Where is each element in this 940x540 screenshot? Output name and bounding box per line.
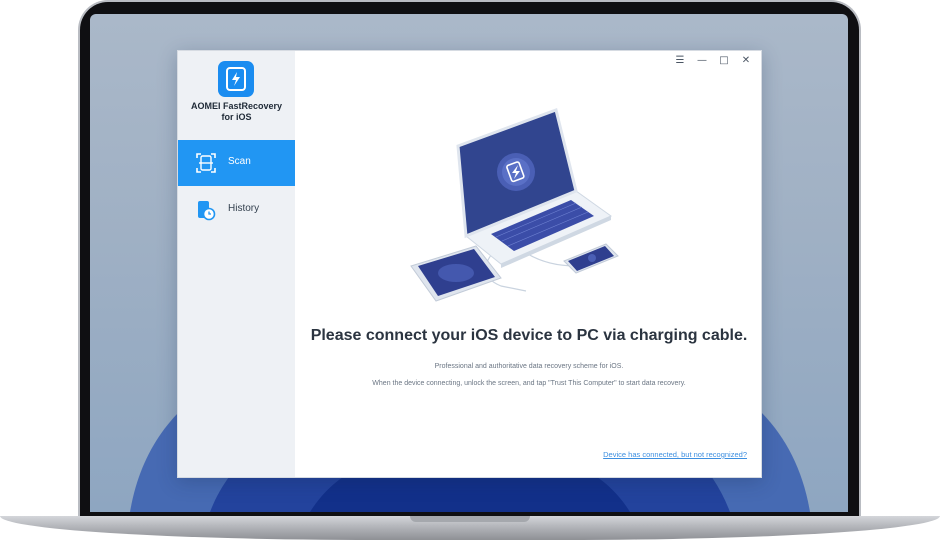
- app-name-line1: AOMEI FastRecovery: [190, 101, 283, 111]
- maximize-button[interactable]: □: [713, 54, 735, 68]
- minimize-button[interactable]: —: [691, 54, 713, 68]
- app-name-line2: for iOS: [221, 112, 252, 122]
- window-controls: ☰ — □ ✕: [669, 54, 757, 68]
- sidebar-item-history[interactable]: History: [178, 187, 295, 233]
- device-connection-illustration: [406, 106, 626, 306]
- app-logo-icon: [218, 61, 254, 97]
- not-recognized-link[interactable]: Device has connected, but not recognized…: [603, 450, 747, 459]
- description-line1: Professional and authoritative data reco…: [434, 363, 624, 370]
- sidebar-item-label: History: [228, 203, 260, 214]
- scan-icon: [195, 152, 217, 174]
- close-button[interactable]: ✕: [735, 54, 757, 68]
- sidebar: AOMEI FastRecovery for iOS Scan History: [178, 51, 295, 477]
- app-window: AOMEI FastRecovery for iOS Scan History …: [177, 50, 762, 478]
- menu-button[interactable]: ☰: [669, 54, 691, 68]
- sidebar-item-label: Scan: [228, 156, 251, 167]
- app-name: AOMEI FastRecovery for iOS: [178, 101, 295, 123]
- sidebar-item-scan[interactable]: Scan: [178, 140, 295, 186]
- connect-instruction-title: Please connect your iOS device to PC via…: [310, 327, 748, 344]
- laptop-notch: [410, 516, 530, 522]
- history-icon: [195, 199, 217, 221]
- description-line2: When the device connecting, unlock the s…: [372, 380, 686, 387]
